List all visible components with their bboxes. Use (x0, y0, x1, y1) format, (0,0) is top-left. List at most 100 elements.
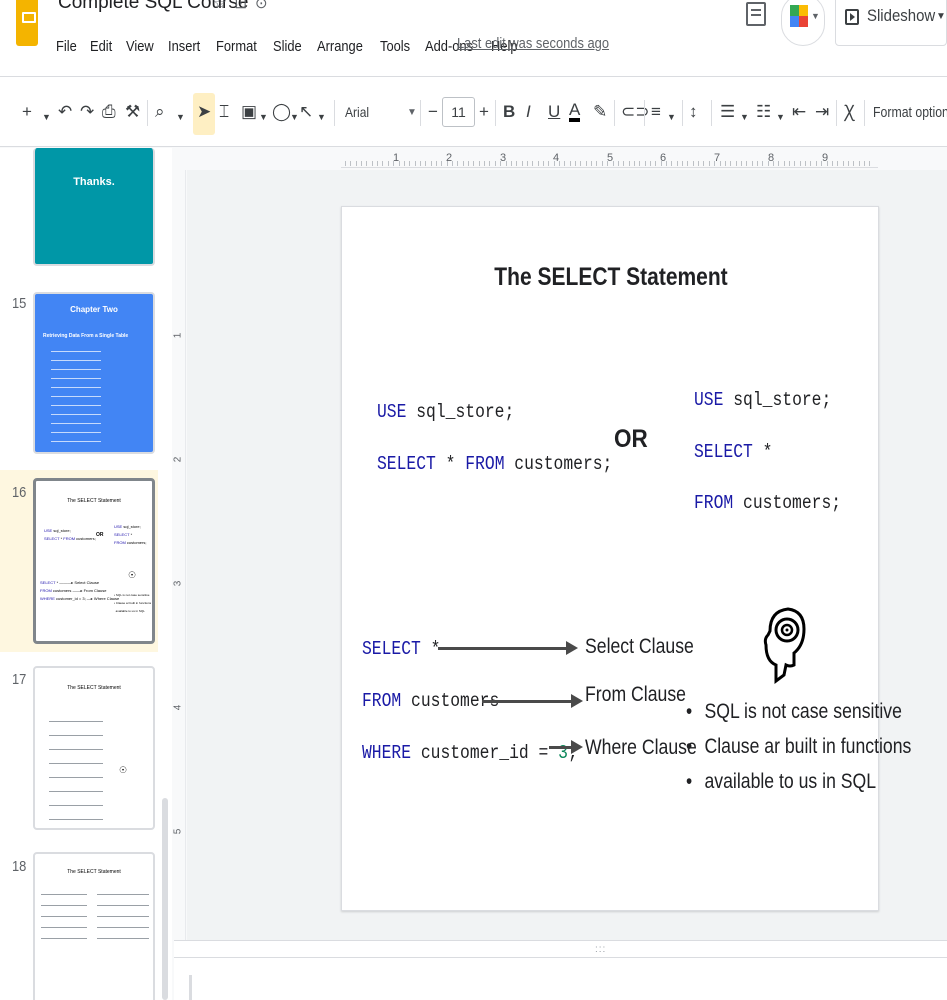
or-label[interactable]: OR (614, 425, 648, 454)
menu-slide[interactable]: Slide (273, 38, 302, 55)
menu-insert[interactable]: Insert (168, 38, 200, 55)
toolbar-divider (644, 100, 645, 126)
ruler-tick (805, 161, 807, 166)
ruler-tick (548, 161, 550, 166)
increase-font-size-icon[interactable]: + (479, 102, 489, 122)
numbered-list-icon[interactable]: ☷ (756, 102, 771, 122)
highlight-color-icon[interactable]: ✎ (593, 102, 607, 122)
select-clause-label[interactable]: Select Clause (585, 635, 694, 659)
menu-edit[interactable]: Edit (90, 38, 112, 55)
text-color-button[interactable]: A (569, 101, 581, 122)
select-cursor-icon[interactable]: ➤ (197, 102, 211, 122)
slide-thumbnail-18[interactable]: The SELECT Statement (33, 852, 155, 1000)
where-code-line[interactable]: WHERE customer_id = 3; (362, 742, 578, 764)
new-slide-icon[interactable]: + (22, 102, 32, 122)
menu-view[interactable]: View (126, 38, 154, 55)
shape-icon[interactable]: ◯ (272, 102, 291, 122)
ruler-tick (542, 161, 544, 166)
zoom-icon[interactable]: ⌕ (155, 102, 165, 122)
meet-button[interactable]: ▼ (781, 0, 825, 46)
undo-icon[interactable]: ↶ (58, 102, 72, 122)
slide-thumbnail-15[interactable]: Chapter Two Retrieving Data From a Singl… (33, 292, 155, 454)
font-size-input[interactable]: 11 (442, 97, 475, 127)
star-icon[interactable]: ☆ (213, 0, 234, 12)
from-code-line[interactable]: FROM customers (362, 690, 499, 712)
chevron-down-icon[interactable]: ▼ (407, 107, 417, 118)
code-line[interactable]: SELECT * FROM customers; (377, 453, 612, 475)
italic-button[interactable]: I (526, 102, 531, 122)
bold-button[interactable]: B (503, 102, 515, 122)
ruler-tick (361, 161, 363, 166)
slides-logo-icon[interactable] (16, 0, 38, 46)
insert-image-icon[interactable]: ▣ (241, 102, 257, 122)
line-spacing-icon[interactable]: ↕ (689, 102, 698, 122)
insert-link-icon[interactable]: ⊂⊃ (621, 102, 650, 122)
code-line[interactable]: FROM customers; (694, 492, 841, 514)
chevron-down-icon[interactable]: ▼ (259, 107, 268, 127)
paint-format-icon[interactable]: ⚒ (125, 102, 140, 122)
slideshow-button[interactable]: Slideshow ▼ (835, 0, 947, 46)
ruler-tick (355, 161, 357, 166)
head-brain-icon[interactable] (762, 605, 806, 685)
ruler-tick (719, 161, 721, 166)
ruler-tick (403, 161, 405, 166)
move-to-folder-icon[interactable]: ⊡ (234, 0, 255, 12)
speaker-notes-resize-handle[interactable]: ::: (595, 944, 606, 955)
code-line[interactable]: USE sql_store; (694, 389, 831, 411)
notes-bullets[interactable]: SQL is not case sensitive Clause ar buil… (686, 694, 911, 799)
ruler-tick (869, 161, 871, 166)
slide-thumbnail-17[interactable]: The SELECT Statement ☉ (33, 666, 155, 830)
thumbnail-code: USE sql_store; SELECT * FROM customers; (114, 524, 147, 545)
chevron-down-icon[interactable]: ▼ (936, 11, 946, 22)
select-code-line[interactable]: SELECT * (362, 638, 440, 660)
bulleted-list-icon[interactable]: ☰ (720, 102, 735, 122)
ruler-tick (452, 161, 453, 166)
decrease-indent-icon[interactable]: ⇤ (792, 102, 806, 122)
align-icon[interactable]: ≡ (651, 102, 661, 122)
cloud-status-icon[interactable]: ⊙ (255, 0, 276, 12)
decrease-font-size-icon[interactable]: − (428, 102, 438, 122)
chevron-down-icon[interactable]: ▼ (176, 107, 185, 127)
where-clause-label[interactable]: Where Clause (585, 736, 697, 760)
font-family-select[interactable]: Arial (345, 104, 369, 120)
chevron-down-icon[interactable]: ▼ (290, 107, 299, 127)
toolbar: + ▼ ↶ ↷ ⎙ ⚒ ⌕ ▼ ➤ ⌶ ▣ ▼ ◯ ▼ ↖ ▼ Arial ▼ … (0, 77, 947, 147)
code-line[interactable]: USE sql_store; (377, 401, 514, 423)
ruler-tick (457, 161, 459, 166)
chevron-down-icon[interactable]: ▼ (776, 107, 785, 127)
ruler-tick (489, 161, 491, 166)
slide-thumbnail-16[interactable]: The SELECT Statement USE sql_store; SELEC… (33, 478, 155, 644)
last-edit-link[interactable]: Last edit was seconds ago (457, 35, 609, 52)
chevron-down-icon[interactable]: ▼ (42, 107, 51, 127)
from-clause-label[interactable]: From Clause (585, 683, 686, 707)
print-icon[interactable]: ⎙ (102, 102, 116, 122)
ruler-tick (853, 161, 855, 166)
from-arrow[interactable] (482, 694, 583, 708)
comments-icon[interactable] (746, 2, 766, 26)
ruler-tick (655, 161, 657, 166)
select-arrow[interactable] (438, 641, 578, 655)
format-options-button[interactable]: Format options (873, 104, 947, 121)
chevron-down-icon[interactable]: ▼ (667, 107, 676, 127)
speaker-notes-area[interactable] (174, 957, 947, 1000)
where-arrow[interactable] (549, 740, 583, 754)
menu-file[interactable]: File (56, 38, 77, 55)
clear-formatting-icon[interactable]: Ꭓ (844, 102, 855, 122)
increase-indent-icon[interactable]: ⇥ (815, 102, 829, 122)
menu-arrange[interactable]: Arrange (317, 38, 363, 55)
menu-tools[interactable]: Tools (380, 38, 410, 55)
text-box-icon[interactable]: ⌶ (219, 102, 229, 122)
line-icon[interactable]: ↖ (299, 102, 313, 122)
code-line[interactable]: SELECT * (694, 441, 772, 463)
filmstrip-scrollbar[interactable] (162, 798, 168, 1000)
slide-thumbnail-14[interactable]: Thanks. (33, 148, 155, 266)
sql-text: customers; (733, 492, 842, 514)
redo-icon[interactable]: ↷ (80, 102, 94, 122)
menu-format[interactable]: Format (216, 38, 257, 55)
slide-title[interactable]: The SELECT Statement (385, 263, 837, 292)
chevron-down-icon[interactable]: ▼ (317, 107, 326, 127)
chevron-down-icon[interactable]: ▼ (740, 107, 749, 127)
current-slide[interactable]: The SELECT Statement USE sql_store; SELE… (341, 206, 911, 911)
underline-button[interactable]: U (548, 102, 560, 122)
horizontal-ruler: 1 2 3 4 5 6 7 8 9 (341, 152, 878, 168)
